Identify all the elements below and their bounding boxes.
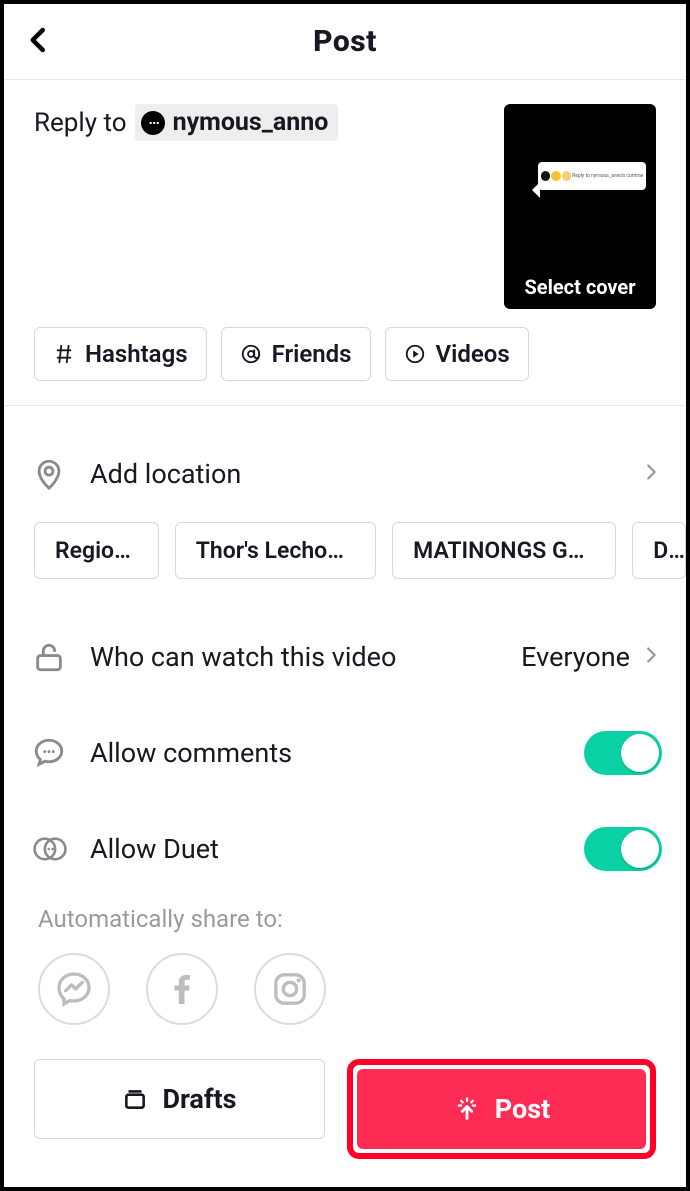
page-title: Post (313, 24, 377, 59)
privacy-value: Everyone (521, 641, 630, 673)
allow-duet-label: Allow Duet (90, 833, 584, 865)
add-location-label: Add location (90, 458, 640, 490)
hashtags-chip[interactable]: Hashtags (34, 327, 207, 381)
post-button[interactable]: Post (357, 1069, 646, 1149)
facebook-icon (162, 969, 202, 1009)
allow-duet-row: Allow Duet (4, 801, 686, 897)
videos-label: Videos (436, 340, 510, 368)
privacy-row[interactable]: Who can watch this video Everyone (4, 609, 686, 705)
allow-duet-toggle[interactable] (584, 827, 662, 871)
cover-thumbnail[interactable]: Reply to nymous_anno's comment Select co… (504, 104, 656, 309)
mention-username: nymous_anno (173, 108, 329, 137)
chevron-left-icon (24, 23, 54, 57)
mention-chip[interactable]: nymous_anno (135, 104, 339, 141)
hash-icon (53, 343, 75, 365)
auto-share-label: Automatically share to: (4, 897, 686, 953)
cover-overlay-bubble: Reply to nymous_anno's comment (538, 162, 646, 190)
play-circle-icon (404, 343, 426, 365)
at-icon (240, 343, 262, 365)
location-chip[interactable]: Region XII (34, 522, 159, 579)
caption-input-area[interactable]: Reply to nymous_anno (34, 104, 504, 309)
back-button[interactable] (24, 23, 54, 61)
post-label: Post (495, 1093, 550, 1125)
privacy-label: Who can watch this video (90, 641, 521, 673)
reply-prefix: Reply to (34, 108, 127, 138)
friends-label: Friends (272, 340, 352, 368)
instagram-icon (270, 969, 310, 1009)
chevron-right-icon (640, 644, 662, 670)
footer-actions: Drafts Post (8, 1041, 682, 1183)
drafts-label: Drafts (162, 1083, 236, 1115)
header: Post (4, 4, 686, 80)
location-pin-icon (32, 457, 82, 491)
location-chip[interactable]: Thor's Lechon Hauz (175, 522, 376, 579)
comment-icon (32, 736, 82, 770)
caption-tools-row: Hashtags Friends Videos (4, 327, 686, 405)
chevron-right-icon (640, 461, 662, 487)
duet-icon (32, 832, 82, 866)
messenger-icon (54, 969, 94, 1009)
share-messenger-button[interactable] (38, 953, 110, 1025)
share-instagram-button[interactable] (254, 953, 326, 1025)
location-chip[interactable]: D (632, 522, 686, 579)
allow-comments-toggle[interactable] (584, 731, 662, 775)
allow-comments-row: Allow comments (4, 705, 686, 801)
videos-chip[interactable]: Videos (385, 327, 529, 381)
add-location-row[interactable]: Add location (4, 426, 686, 522)
share-icons-row (4, 953, 686, 1025)
share-facebook-button[interactable] (146, 953, 218, 1025)
post-button-highlight: Post (347, 1059, 656, 1159)
lock-open-icon (32, 640, 82, 674)
mention-bubble-icon (141, 111, 165, 135)
location-suggestions: Region XII Thor's Lechon Hauz MATINONGS … (4, 522, 686, 609)
post-spark-icon (453, 1095, 481, 1123)
friends-chip[interactable]: Friends (221, 327, 371, 381)
location-chip[interactable]: MATINONGS GARDE... (392, 522, 616, 579)
caption-reply-line: Reply to nymous_anno (34, 104, 484, 141)
allow-comments-label: Allow comments (90, 737, 584, 769)
select-cover-label: Select cover (504, 275, 656, 299)
drafts-icon (122, 1086, 148, 1112)
caption-area: Reply to nymous_anno Reply to nymous_ann… (4, 80, 686, 327)
hashtags-label: Hashtags (85, 340, 188, 368)
drafts-button[interactable]: Drafts (34, 1059, 325, 1139)
